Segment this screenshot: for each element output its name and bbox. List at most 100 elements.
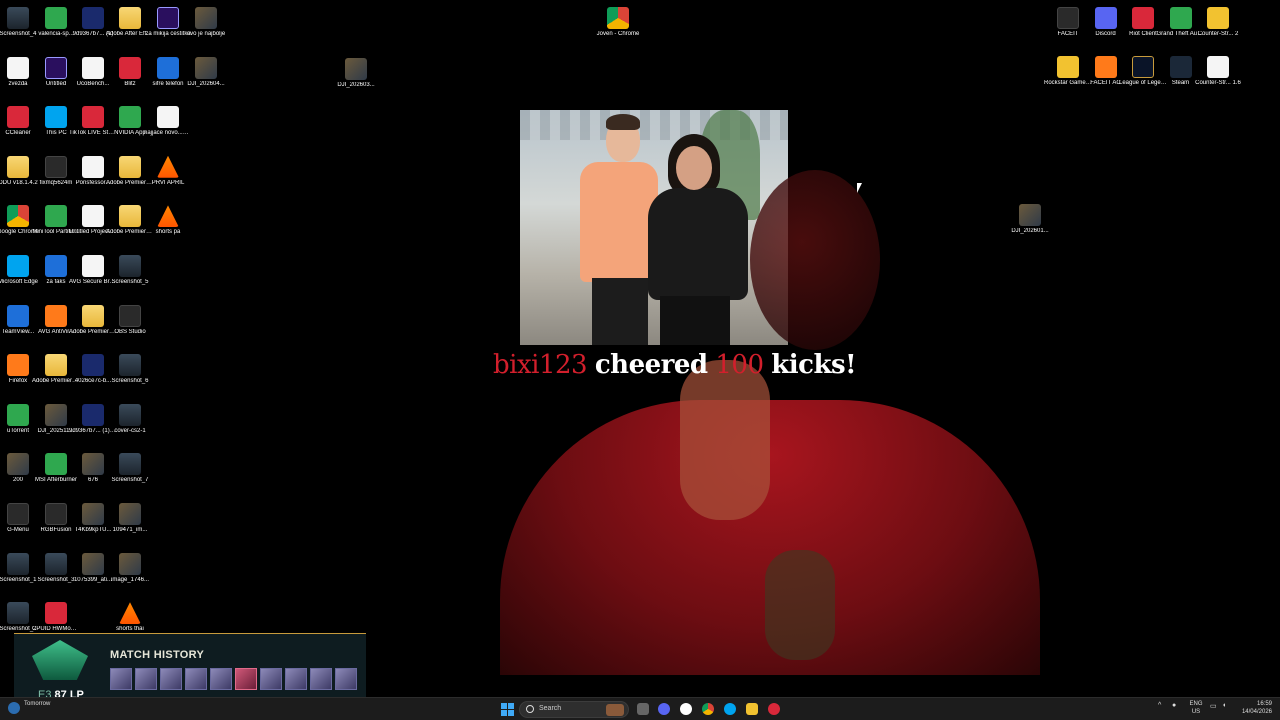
- photo-icon: [7, 453, 29, 476]
- alert-verb: cheered: [594, 350, 708, 380]
- vlc-icon: [157, 205, 179, 228]
- desktop-icon-label: image_1746...: [110, 576, 150, 583]
- steam-icon: [1169, 56, 1192, 78]
- volume-icon[interactable]: ◖: [1222, 702, 1226, 709]
- cs16-icon: [1207, 56, 1229, 78]
- taskbar-riot-icon[interactable]: [768, 703, 780, 715]
- desktop-icon-label: ovo je najbolje: [186, 31, 226, 37]
- video-icon: [345, 58, 367, 80]
- desktop-icon[interactable]: DJI_202604...: [182, 51, 230, 99]
- riot-icon: [1132, 7, 1154, 29]
- desktop-icon-label: Screenshot_7: [111, 477, 149, 484]
- taskbar-search[interactable]: Search: [519, 701, 629, 718]
- taskbar-discord-icon[interactable]: [658, 703, 670, 715]
- desktop-icon-label: DJI_202604...: [187, 80, 225, 87]
- desktop-icon-label: shorts pa: [155, 229, 181, 236]
- desktop-icon[interactable]: Screenshot_6: [106, 348, 154, 396]
- desktop-icon-label: Counter-Str... 1.6: [1195, 80, 1241, 86]
- desktop-icon[interactable]: 109471_im...: [106, 497, 154, 545]
- video-icon: [195, 56, 217, 79]
- tray-chevron-icon[interactable]: ^: [1158, 702, 1161, 709]
- photo-icon: [119, 503, 141, 525]
- match-history-game-icon: [185, 668, 207, 690]
- folder-icon: [119, 205, 141, 228]
- tray-location-icon[interactable]: ●: [1172, 702, 1176, 709]
- desktop-icon[interactable]: shorts pa: [144, 199, 192, 247]
- folder-icon: [119, 155, 141, 178]
- cheer-alert: bixi123 cheered 100 kicks!: [493, 350, 857, 380]
- desktop-icon[interactable]: DJI_202603...: [332, 52, 380, 100]
- folder-icon: [119, 7, 141, 29]
- desktop-icon[interactable]: OBS Studio: [106, 299, 154, 347]
- teamviewer-icon: [7, 304, 29, 327]
- desktop-icon[interactable]: Screenshot_5: [106, 249, 154, 297]
- task-view-icon[interactable]: [637, 703, 649, 715]
- chrome-icon: [7, 205, 29, 228]
- match-history-game-icon: [135, 668, 157, 690]
- clock[interactable]: 16:59 14/04/2026: [1238, 700, 1272, 716]
- image-icon: [119, 403, 141, 426]
- weather-widget[interactable]: Tomorrow: [24, 700, 50, 708]
- desktop-icon[interactable]: Counter-Str... 2: [1194, 1, 1242, 49]
- network-icon[interactable]: ▭: [1210, 702, 1217, 710]
- taskbar-app-icon[interactable]: [680, 703, 692, 715]
- match-history-widget: MATCH HISTORY E3 87 LP: [14, 633, 366, 705]
- screenshot-icon: [45, 552, 67, 575]
- desktop-icon-label: DJI_202603...: [337, 82, 375, 88]
- language-indicator[interactable]: ENG US: [1188, 700, 1204, 716]
- folder-icon: [45, 354, 67, 377]
- document-icon: [82, 205, 104, 228]
- chrome-icon: [607, 7, 629, 29]
- gta-icon: [1169, 7, 1192, 29]
- image-icon: [82, 354, 104, 377]
- match-history-game-icon: [310, 668, 332, 690]
- match-history-game-icon: [110, 668, 132, 690]
- taskbar-edge-icon[interactable]: [724, 703, 736, 715]
- desktop-icon[interactable]: Counter-Str... 1.6: [1194, 50, 1242, 98]
- desktop-icon-label: Screenshot_6: [111, 378, 149, 385]
- rgb-icon: [45, 503, 67, 525]
- weather-icon[interactable]: [8, 702, 20, 714]
- mouse-cursor-icon: [857, 183, 862, 193]
- match-history-game-icon: [335, 668, 357, 690]
- desktop-icon-label: 109471_im...: [112, 527, 148, 533]
- avg-icon: [45, 304, 67, 327]
- match-history-games: [110, 668, 357, 690]
- desktop-icon[interactable]: PRVI APRIL: [144, 150, 192, 198]
- desktop-icon[interactable]: Joven - Chrome: [594, 1, 642, 49]
- desktop-icon[interactable]: ovo je najbolje: [182, 1, 230, 49]
- image-icon: [82, 403, 104, 426]
- alert-amount: 100: [715, 350, 764, 380]
- screenshot-icon: [119, 255, 141, 277]
- lol-icon: [1132, 56, 1154, 78]
- desktop-icon[interactable]: image_1746...: [106, 547, 154, 595]
- gmenu-icon: [7, 503, 29, 525]
- weather-line2: Tomorrow: [24, 701, 51, 707]
- rank-emblem-icon: [32, 640, 88, 680]
- app-icon: [45, 155, 67, 178]
- photo-icon: [82, 503, 104, 525]
- obs-icon: [119, 304, 141, 327]
- desktop-icon[interactable]: Screenshot_7: [106, 447, 154, 495]
- photo-icon: [82, 453, 104, 476]
- alert-unit: kicks!: [771, 350, 857, 380]
- lang-code: ENG: [1189, 701, 1203, 707]
- screenshot-icon: [119, 354, 141, 377]
- search-highlight-icon: [606, 704, 624, 716]
- start-button[interactable]: [501, 703, 514, 716]
- desktop-icon[interactable]: najjace novo...aep: [144, 100, 192, 148]
- premiere-icon: [45, 56, 67, 79]
- lang-region: US: [1191, 709, 1201, 715]
- desktop-icon[interactable]: cover-cs2-1: [106, 398, 154, 446]
- desktop-icon-label: PRVI APRIL: [151, 179, 185, 186]
- screenshot-icon: [7, 7, 29, 29]
- taskbar-chrome-icon[interactable]: [702, 703, 714, 715]
- firefox-icon: [7, 354, 29, 377]
- utorrent-icon: [7, 403, 29, 426]
- cs2-icon: [1207, 7, 1229, 29]
- alert-username: bixi123: [493, 350, 588, 380]
- taskbar-file-explorer-icon[interactable]: [746, 703, 758, 715]
- clock-time: 16:59: [1256, 701, 1272, 707]
- clock-date: 14/04/2026: [1241, 709, 1272, 715]
- vlc-icon: [119, 602, 141, 625]
